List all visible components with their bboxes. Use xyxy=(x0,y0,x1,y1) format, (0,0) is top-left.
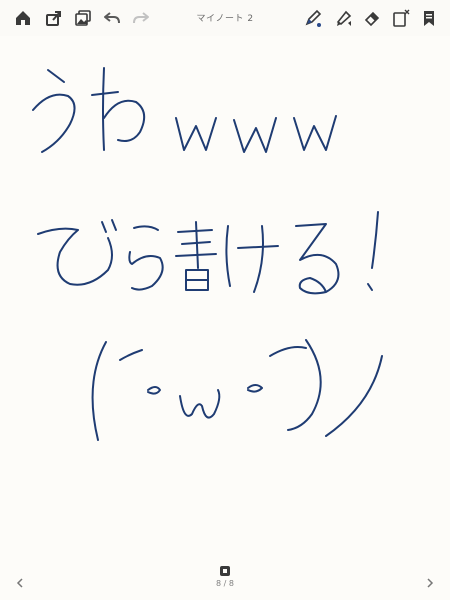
ink-stroke xyxy=(133,225,159,231)
handwriting-canvas[interactable] xyxy=(0,36,450,556)
ink-stroke xyxy=(237,245,279,249)
ink-stroke xyxy=(103,99,146,142)
page-thumbnail-icon[interactable] xyxy=(219,562,231,576)
ink-stroke xyxy=(37,227,113,286)
ink-stroke xyxy=(147,386,161,395)
page-footer: 8 / 8 xyxy=(0,556,450,600)
ink-stroke xyxy=(177,229,213,233)
page-counter: 8 / 8 xyxy=(0,579,450,588)
ink-stroke xyxy=(287,339,322,431)
ink-stroke xyxy=(47,69,65,83)
bookmark-icon[interactable] xyxy=(418,7,440,29)
ink-stroke xyxy=(269,346,307,357)
ink-stroke xyxy=(325,355,383,437)
top-toolbar: マイノート 2 xyxy=(0,0,450,36)
pen-tool-icon[interactable] xyxy=(302,7,324,29)
ink-stroke xyxy=(225,225,231,287)
ink-stroke xyxy=(102,67,105,151)
chevron-right-icon[interactable] xyxy=(423,576,437,590)
ink-stroke xyxy=(175,117,217,151)
ink-stroke xyxy=(195,221,199,269)
ink-stroke xyxy=(233,117,277,153)
ink-stroke xyxy=(111,219,117,231)
handwriting-strokes xyxy=(32,67,383,441)
ink-stroke xyxy=(367,283,373,291)
ink-stroke xyxy=(247,384,263,393)
ink-stroke xyxy=(101,221,107,233)
ink-stroke xyxy=(179,389,221,419)
ink-stroke xyxy=(295,223,340,295)
highlighter-tool-icon[interactable] xyxy=(332,7,354,29)
ink-stroke xyxy=(253,225,264,293)
eraser-tool-icon[interactable] xyxy=(361,7,383,29)
ink-stroke xyxy=(371,211,379,269)
note-app: マイノート 2 8 / 8 xyxy=(0,0,450,600)
ink-stroke xyxy=(91,91,119,96)
ink-stroke xyxy=(128,251,164,291)
ink-stroke xyxy=(175,253,217,257)
new-page-icon[interactable] xyxy=(390,7,412,29)
ink-stroke xyxy=(32,93,76,153)
current-page: 8 xyxy=(216,579,222,588)
total-pages: 8 xyxy=(228,579,234,588)
ink-stroke xyxy=(119,349,143,361)
ink-stroke xyxy=(293,115,337,151)
page-separator: / xyxy=(223,579,227,588)
ink-stroke xyxy=(91,341,107,441)
